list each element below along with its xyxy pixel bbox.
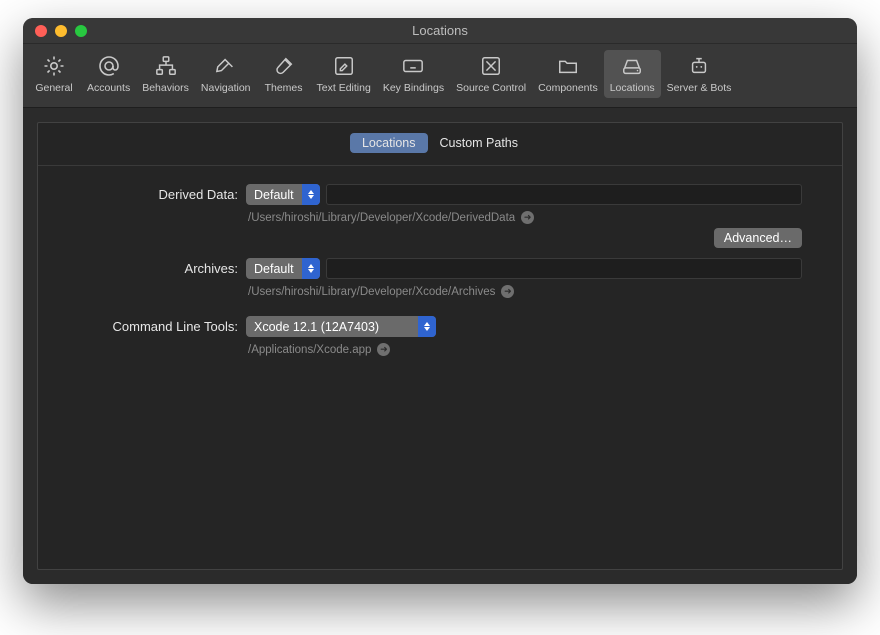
label-derived-data: Derived Data: (38, 184, 238, 202)
derived-data-path-field[interactable] (326, 184, 802, 205)
archives-path-field[interactable] (326, 258, 802, 279)
clt-popup[interactable]: Xcode 12.1 (12A7403) (246, 316, 436, 337)
sub-tabs: Locations Custom Paths (38, 123, 842, 166)
titlebar: Locations (23, 18, 857, 44)
navigation-icon (212, 52, 240, 80)
paintbrush-icon (270, 52, 298, 80)
source-control-icon (477, 52, 505, 80)
zoom-button[interactable] (75, 25, 87, 37)
tab-general[interactable]: General (27, 50, 81, 98)
edit-icon (330, 52, 358, 80)
row-clt: Command Line Tools: Xcode 12.1 (12A7403)… (38, 316, 802, 356)
robot-icon (685, 52, 713, 80)
label-clt: Command Line Tools: (38, 316, 238, 334)
derived-data-popup[interactable]: Default (246, 184, 320, 205)
tab-server-bots[interactable]: Server & Bots (661, 50, 738, 98)
preferences-window: Locations General Accounts Behaviors Nav… (23, 18, 857, 584)
tab-locations[interactable]: Locations (604, 50, 661, 98)
locations-form: Derived Data: Default /Users/hiroshi/Lib… (38, 166, 842, 366)
locations-panel: Locations Custom Paths Derived Data: Def… (37, 122, 843, 570)
folder-icon (554, 52, 582, 80)
advanced-button[interactable]: Advanced… (714, 228, 802, 248)
gear-icon (40, 52, 68, 80)
at-icon (95, 52, 123, 80)
reveal-in-finder-icon[interactable]: ➜ (521, 211, 534, 224)
tab-behaviors[interactable]: Behaviors (136, 50, 195, 98)
chevron-updown-icon (418, 316, 436, 337)
chevron-updown-icon (302, 184, 320, 205)
close-button[interactable] (35, 25, 47, 37)
tab-key-bindings[interactable]: Key Bindings (377, 50, 450, 98)
row-archives: Archives: Default /Users/hiroshi/Library… (38, 258, 802, 298)
subtab-custom-paths[interactable]: Custom Paths (428, 133, 531, 153)
traffic-lights (23, 25, 87, 37)
tab-themes[interactable]: Themes (257, 50, 311, 98)
tab-accounts[interactable]: Accounts (81, 50, 136, 98)
tab-navigation[interactable]: Navigation (195, 50, 257, 98)
subtab-locations[interactable]: Locations (350, 133, 428, 153)
clt-path: /Applications/Xcode.app (248, 344, 371, 356)
window-title: Locations (23, 23, 857, 38)
archives-path: /Users/hiroshi/Library/Developer/Xcode/A… (248, 286, 495, 298)
keyboard-icon (399, 52, 427, 80)
tab-components[interactable]: Components (532, 50, 604, 98)
row-derived-data: Derived Data: Default /Users/hiroshi/Lib… (38, 184, 802, 248)
archives-popup[interactable]: Default (246, 258, 320, 279)
reveal-in-finder-icon[interactable]: ➜ (501, 285, 514, 298)
preferences-toolbar: General Accounts Behaviors Navigation Th… (23, 44, 857, 108)
content-area: Locations Custom Paths Derived Data: Def… (23, 108, 857, 584)
reveal-in-finder-icon[interactable]: ➜ (377, 343, 390, 356)
tab-text-editing[interactable]: Text Editing (311, 50, 377, 98)
hierarchy-icon (152, 52, 180, 80)
label-archives: Archives: (38, 258, 238, 276)
minimize-button[interactable] (55, 25, 67, 37)
tab-source-control[interactable]: Source Control (450, 50, 532, 98)
drive-icon (618, 52, 646, 80)
derived-data-path: /Users/hiroshi/Library/Developer/Xcode/D… (248, 212, 515, 224)
chevron-updown-icon (302, 258, 320, 279)
